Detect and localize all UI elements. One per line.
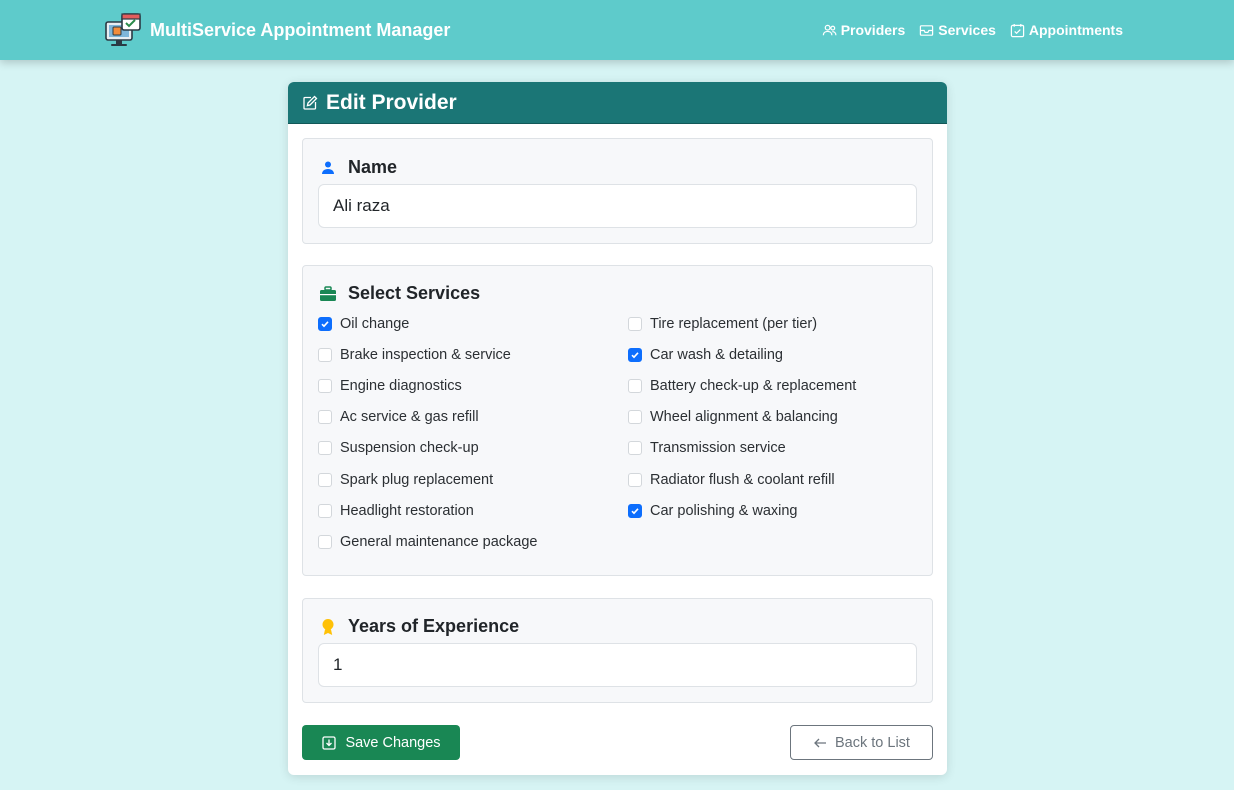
edit-provider-card: Edit Provider Name Select Services Oil c… [288,82,947,775]
service-label: Spark plug replacement [340,471,494,488]
brand-link[interactable]: MultiService Appointment Manager [104,12,450,48]
arrow-left-icon [814,738,827,747]
service-label: Battery check-up & replacement [650,377,857,394]
services-grid: Oil change Brake inspection & service En… [318,308,918,558]
calendar-check-icon [1010,23,1025,37]
services-section: Select Services Oil change Brake inspect… [302,265,933,576]
nav-link-providers[interactable]: Providers [822,22,906,38]
service-checkbox-item[interactable]: Spark plug replacement [318,464,628,495]
experience-label-text: Years of Experience [348,616,520,636]
checkbox[interactable] [318,347,332,362]
experience-section: Years of Experience [302,598,933,703]
check-icon [631,507,639,515]
checkbox[interactable] [318,410,332,425]
service-checkbox-item[interactable]: Car wash & detailing [628,339,918,370]
name-section: Name [302,138,933,244]
service-label: Transmission service [650,440,786,457]
checkbox[interactable] [628,378,642,393]
card-header: Edit Provider [288,82,947,124]
back-to-list-button[interactable]: Back to List [790,725,933,760]
back-label: Back to List [835,734,910,751]
pencil-square-icon [303,95,318,110]
nav-link-label: Providers [840,22,906,38]
service-checkbox-item[interactable]: General maintenance package [318,526,628,557]
checkbox[interactable] [318,472,332,487]
service-label: Wheel alignment & balancing [650,409,838,426]
experience-label: Years of Experience [318,616,519,637]
service-label: Tire replacement (per tier) [650,315,818,332]
computer-calendar-logo-icon [105,13,141,46]
nav-link-services[interactable]: Services [919,22,996,38]
checkbox[interactable] [628,472,642,487]
nav-link-appointments[interactable]: Appointments [1010,22,1123,38]
service-checkbox-item[interactable]: Battery check-up & replacement [628,370,918,401]
checkbox[interactable] [628,347,642,362]
download-icon [322,735,337,750]
service-checkbox-item[interactable]: Headlight restoration [318,495,628,526]
nav-links: Providers Services Appointments [822,0,1123,60]
name-input[interactable] [318,184,917,228]
service-label: Headlight restoration [340,502,474,519]
navbar: MultiService Appointment Manager Provide… [0,0,1234,60]
service-label: Brake inspection & service [340,346,511,363]
service-checkbox-item[interactable]: Suspension check-up [318,433,628,464]
checkbox[interactable] [318,503,332,518]
checkbox[interactable] [318,378,332,393]
name-label-text: Name [348,157,398,177]
service-label: Car polishing & waxing [650,502,798,519]
award-icon [318,617,338,637]
service-checkbox-item[interactable]: Oil change [318,308,628,339]
brand-title: MultiService Appointment Manager [150,19,451,40]
service-label: Engine diagnostics [340,377,462,394]
service-label: Radiator flush & coolant refill [650,471,835,488]
card-title: Edit Provider [326,90,457,114]
experience-input[interactable] [318,643,917,687]
service-checkbox-item[interactable]: Transmission service [628,433,918,464]
save-label: Save Changes [345,734,441,751]
service-label: Suspension check-up [340,440,479,457]
checkbox[interactable] [628,410,642,425]
people-icon [822,24,837,35]
service-label: Ac service & gas refill [340,409,479,426]
check-icon [321,320,329,327]
services-label: Select Services [318,283,480,304]
service-checkbox-item[interactable]: Engine diagnostics [318,370,628,401]
checkbox[interactable] [628,441,642,456]
name-label: Name [318,157,397,178]
service-checkbox-item[interactable]: Brake inspection & service [318,339,628,370]
service-checkbox-item[interactable]: Tire replacement (per tier) [628,308,918,339]
service-label: Oil change [340,315,410,332]
services-label-text: Select Services [348,283,481,303]
nav-link-label: Appointments [1028,22,1123,38]
service-checkbox-item[interactable]: Car polishing & waxing [628,495,918,526]
service-label: General maintenance package [340,533,538,550]
person-icon [318,158,338,178]
service-label: Car wash & detailing [650,346,783,363]
service-checkbox-item[interactable]: Wheel alignment & balancing [628,402,918,433]
checkbox[interactable] [318,441,332,456]
nav-link-label: Services [938,22,996,38]
checkbox[interactable] [628,316,642,331]
check-icon [631,352,639,359]
save-changes-button[interactable]: Save Changes [302,725,460,760]
checkbox[interactable] [318,534,332,549]
service-checkbox-item[interactable]: Ac service & gas refill [318,402,628,433]
checkbox[interactable] [628,503,642,518]
inbox-icon [920,24,934,36]
service-checkbox-item[interactable]: Radiator flush & coolant refill [628,464,918,495]
checkbox[interactable] [318,316,332,331]
briefcase-icon [318,284,338,304]
